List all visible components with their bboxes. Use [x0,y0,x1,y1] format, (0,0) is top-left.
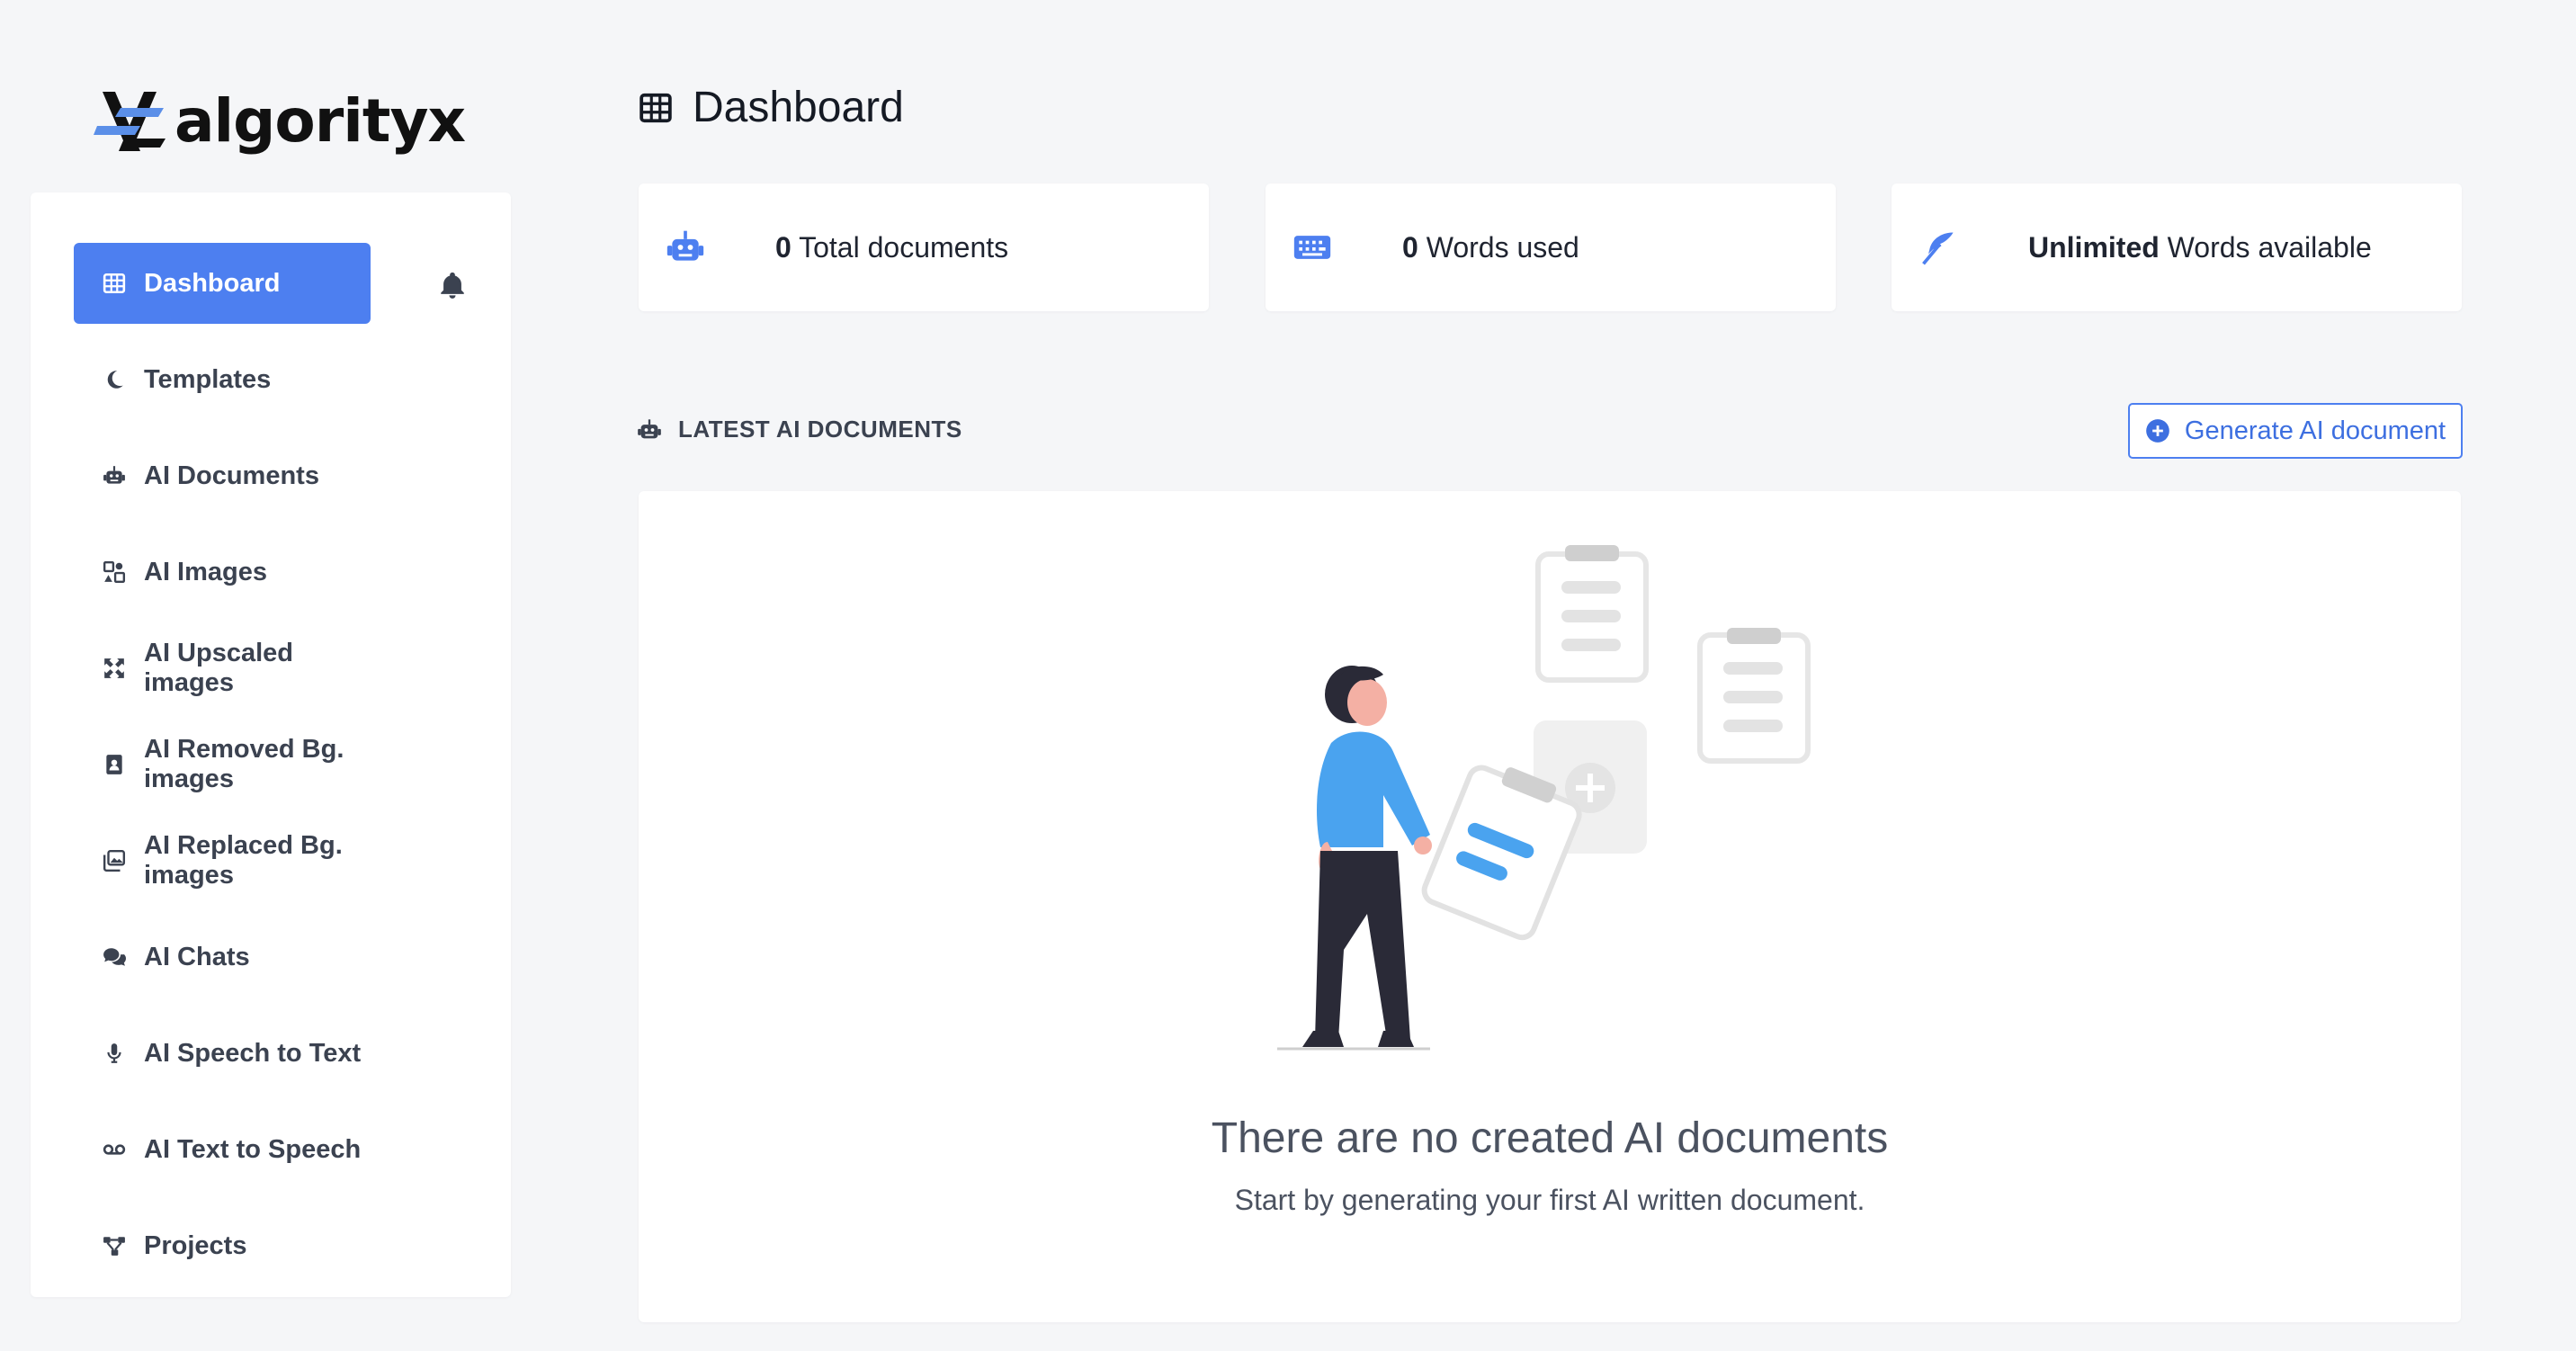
images-icon [103,560,126,584]
keyboard-icon [1293,236,1331,259]
page-title: Dashboard [639,83,904,132]
expand-icon [103,657,126,680]
sidebar-item-label: AI Documents [144,461,319,490]
stat-label: Words available [2167,230,2372,264]
stat-card-total-documents: 0 Total documents [639,183,1209,311]
empty-state-illustration [1277,545,1811,1051]
sidebar-item-label: Templates [144,364,272,394]
stat-value: 0 [775,230,792,264]
sidebar-item-ai-speech-to-text[interactable]: AI Speech to Text [74,1013,371,1094]
robot-icon [638,418,661,438]
voicemail-icon [103,1138,126,1161]
nodes-icon [103,1234,126,1257]
sidebar-item-label: AI Removed Bg. images [144,735,344,793]
plus-circle-icon [2146,419,2169,443]
portrait-icon [103,753,126,776]
feather-icon [1922,232,1954,265]
bell-icon[interactable] [437,270,468,300]
sidebar: Dashboard Templates AI Documents AI Imag… [31,192,511,1297]
sidebar-item-label: AI Speech to Text [144,1038,362,1068]
sidebar-item-ai-upscaled-images[interactable]: AI Upscaled images [74,628,371,709]
stat-label: Total documents [799,230,1009,264]
sidebar-item-ai-images[interactable]: AI Images [74,532,371,613]
stat-label: Words used [1426,230,1579,264]
microphone-icon [103,1042,126,1065]
stat-text: 0 Total documents [775,231,1008,264]
stat-card-words-used: 0 Words used [1266,183,1836,311]
sidebar-item-projects[interactable]: Projects [74,1205,371,1286]
sidebar-item-ai-replaced-bg-images[interactable]: AI Replaced Bg. images [74,820,371,901]
sidebar-item-templates[interactable]: Templates [74,339,371,420]
chat-bubbles-icon [103,945,126,969]
stat-card-words-available: Unlimited Words available [1892,183,2462,311]
robot-icon [666,230,704,261]
sidebar-item-dashboard[interactable]: Dashboard [74,243,371,324]
sidebar-item-label: AI Images [144,557,267,586]
sidebar-item-ai-chats[interactable]: AI Chats [74,917,371,998]
robot-icon [103,464,126,488]
sidebar-item-ai-text-to-speech[interactable]: AI Text to Speech [74,1109,371,1190]
empty-state-subtitle: Start by generating your first AI writte… [1234,1184,1865,1216]
generate-button-label: Generate AI document [2184,416,2446,445]
brand-name: algorityx [174,86,466,156]
stat-text: 0 Words used [1402,231,1579,264]
grid-icon [640,93,672,122]
sidebar-item-ai-removed-bg-images[interactable]: AI Removed Bg. images [74,724,371,805]
grid-icon [103,272,126,295]
stat-text: Unlimited Words available [2028,231,2372,264]
brand-logo[interactable]: algorityx [94,86,466,156]
sidebar-item-label: Projects [144,1230,247,1260]
logo-mark-icon [94,91,165,151]
empty-state-title: There are no created AI documents [1211,1114,1889,1162]
sidebar-item-ai-documents[interactable]: AI Documents [74,435,371,516]
photo-stack-icon [103,849,126,872]
sidebar-item-label: AI Replaced Bg. images [144,831,343,890]
latest-documents-panel: There are no created AI documents Start … [639,491,2461,1322]
sidebar-item-label: AI Upscaled images [144,639,293,697]
sidebar-item-label: Dashboard [144,268,281,298]
stat-value: 0 [1402,230,1418,264]
sidebar-item-label: AI Text to Speech [144,1134,362,1164]
stat-value: Unlimited [2028,230,2160,264]
moon-icon [103,368,126,391]
page-title-text: Dashboard [693,84,904,131]
generate-ai-document-button[interactable]: Generate AI document [2128,403,2463,459]
sidebar-item-label: AI Chats [144,942,250,971]
section-title-text: LATEST AI DOCUMENTS [678,416,962,443]
latest-ai-documents-heading: LATEST AI DOCUMENTS [637,416,962,443]
